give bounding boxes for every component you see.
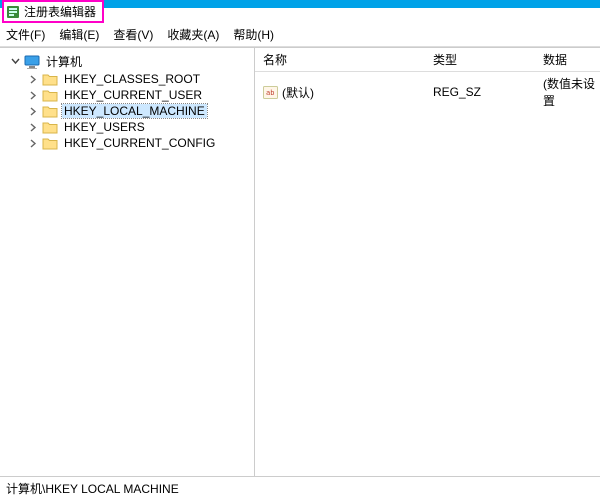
value-name: (默认) <box>282 84 314 101</box>
menu-view[interactable]: 查看(V) <box>113 26 153 43</box>
value-row[interactable]: ab (默认) REG_SZ(数值未设置 <box>263 74 600 110</box>
chevron-right-icon[interactable] <box>28 74 38 84</box>
folder-icon <box>42 121 58 134</box>
values-panel: 名称 类型 数据 ab (默认) REG_SZ(数值未设置 <box>255 48 600 476</box>
tree-item-label: HKEY_USERS <box>62 120 147 134</box>
folder-icon <box>42 105 58 118</box>
menu-edit[interactable]: 编辑(E) <box>59 26 99 43</box>
folder-icon <box>42 73 58 86</box>
svg-text:ab: ab <box>266 89 274 97</box>
tree-item-label: HKEY_LOCAL_MACHINE <box>62 104 207 118</box>
column-type[interactable]: 类型 <box>433 51 543 68</box>
tree-item-label: HKEY_CLASSES_ROOT <box>62 72 202 86</box>
tree-item-hkey_users[interactable]: HKEY_USERS <box>14 119 252 135</box>
computer-icon <box>24 55 40 69</box>
values-rows: ab (默认) REG_SZ(数值未设置 <box>255 72 600 476</box>
menu-favorites[interactable]: 收藏夹(A) <box>167 26 219 43</box>
string-value-icon: ab <box>263 86 278 99</box>
regedit-icon <box>6 5 20 19</box>
chevron-right-icon[interactable] <box>28 106 38 116</box>
column-name[interactable]: 名称 <box>263 51 433 68</box>
column-headers[interactable]: 名称 类型 数据 <box>255 48 600 72</box>
value-data: (数值未设置 <box>543 75 600 109</box>
tree-item-hkey_classes_root[interactable]: HKEY_CLASSES_ROOT <box>14 71 252 87</box>
tree-item-label: HKEY_CURRENT_USER <box>62 88 204 102</box>
menu-help[interactable]: 帮助(H) <box>233 26 274 43</box>
content-area: 计算机 HKEY_CLASSES_ROOTHKEY_CURRENT_USERHK… <box>0 47 600 476</box>
chevron-right-icon[interactable] <box>28 138 38 148</box>
tree-root-label: 计算机 <box>44 53 84 70</box>
menu-file[interactable]: 文件(F) <box>6 26 45 43</box>
tree-item-hkey_current_config[interactable]: HKEY_CURRENT_CONFIG <box>14 135 252 151</box>
status-path: 计算机\HKEY LOCAL MACHINE <box>6 482 179 496</box>
tree-item-hkey_current_user[interactable]: HKEY_CURRENT_USER <box>14 87 252 103</box>
folder-icon <box>42 89 58 102</box>
status-bar: 计算机\HKEY LOCAL MACHINE <box>0 476 600 500</box>
tree-item-hkey_local_machine[interactable]: HKEY_LOCAL_MACHINE <box>14 103 252 119</box>
column-data[interactable]: 数据 <box>543 51 600 68</box>
menu-bar: 文件(F) 编辑(E) 查看(V) 收藏夹(A) 帮助(H) <box>0 22 600 47</box>
tree-children: HKEY_CLASSES_ROOT HKEY_CURRENT_USER HKEY_L… <box>2 71 252 151</box>
folder-icon <box>42 137 58 150</box>
tree-panel[interactable]: 计算机 HKEY_CLASSES_ROOTHKEY_CURRENT_USERHK… <box>0 48 255 476</box>
chevron-down-icon[interactable] <box>10 57 20 67</box>
chevron-right-icon[interactable] <box>28 90 38 100</box>
tree-root-computer[interactable]: 计算机 <box>2 52 252 71</box>
value-type: REG_SZ <box>433 85 543 99</box>
tree-item-label: HKEY_CURRENT_CONFIG <box>62 136 217 150</box>
window-title: 注册表编辑器 <box>24 3 96 20</box>
chevron-right-icon[interactable] <box>28 122 38 132</box>
window-title-box: 注册表编辑器 <box>2 0 104 23</box>
